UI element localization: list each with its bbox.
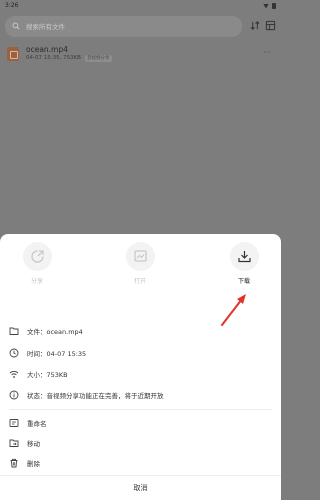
- annotation-arrow: [221, 294, 246, 326]
